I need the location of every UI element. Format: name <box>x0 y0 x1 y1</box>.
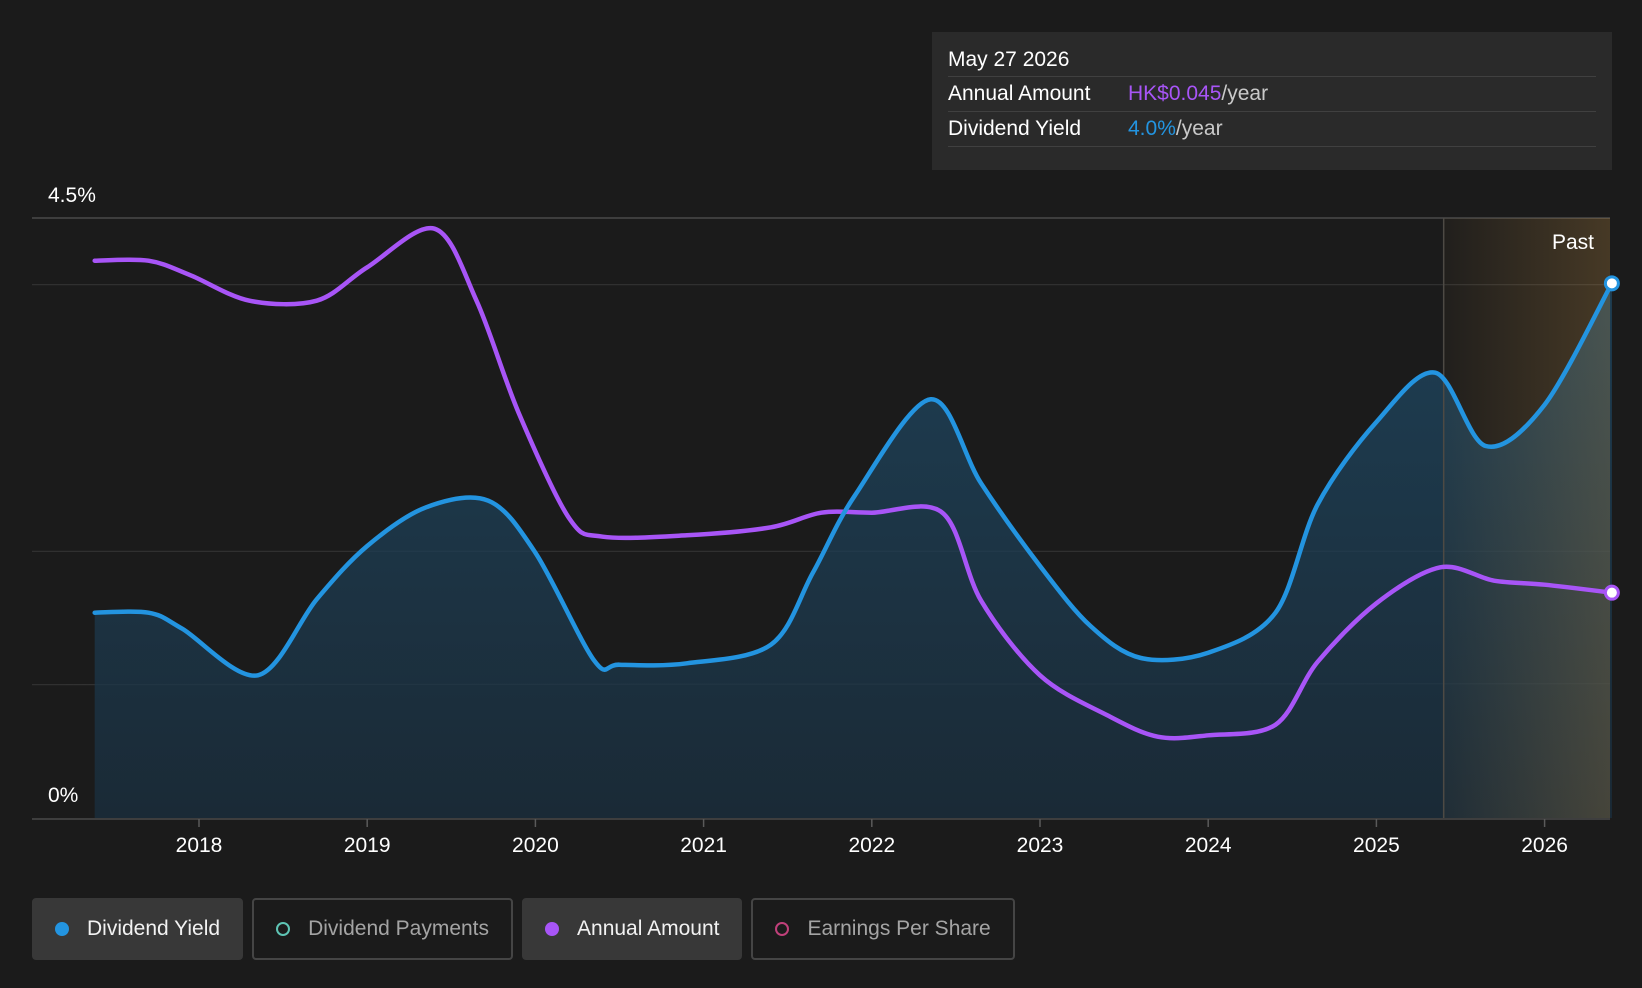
dividend-yield-end-point <box>1603 275 1620 292</box>
tooltip-unit: /year <box>1221 82 1269 105</box>
x-tick-label: 2024 <box>1185 834 1232 857</box>
tooltip-row-annual-amount: Annual Amount HK$0.045/year <box>948 77 1596 112</box>
x-tick-label: 2020 <box>512 834 559 857</box>
tooltip-value: 4.0% <box>1128 117 1176 140</box>
tooltip-date: May 27 2026 <box>948 48 1070 71</box>
dividend-payments-dot-icon <box>276 922 291 936</box>
legend-annual-amount[interactable]: Annual Amount <box>522 898 743 960</box>
y-axis-max-label: 4.5% <box>48 184 96 207</box>
legend-label: Dividend Payments <box>308 917 490 940</box>
tooltip-label: Dividend Yield <box>948 117 1082 140</box>
x-tick-label: 2021 <box>680 834 727 857</box>
tooltip-unit: /year <box>1175 117 1223 140</box>
hover-tooltip: May 27 2026 Annual Amount HK$0.045/year D… <box>932 32 1612 170</box>
legend-earnings-per-share[interactable]: Earnings Per Share <box>751 898 1015 960</box>
x-tick-label: 2022 <box>848 834 895 857</box>
past-region <box>1442 218 1610 818</box>
x-tick-label: 2026 <box>1521 834 1568 857</box>
legend: Dividend Yield Dividend Payments Annual … <box>32 898 1015 960</box>
tooltip-date-row: May 27 2026 <box>948 46 1596 77</box>
dividend-yield-dot-icon <box>55 922 69 936</box>
legend-label: Dividend Yield <box>87 917 221 940</box>
annual-amount-dot-icon <box>545 922 560 936</box>
tooltip-label: Annual Amount <box>948 82 1091 105</box>
past-shade <box>1443 218 1610 818</box>
legend-label: Earnings Per Share <box>807 917 991 940</box>
x-tick-label: 2023 <box>1017 834 1064 857</box>
tooltip-row-dividend-yield: Dividend Yield 4.0%/year <box>948 112 1596 147</box>
past-label: Past <box>1552 231 1594 254</box>
dividend-yield-area <box>94 283 1612 818</box>
earnings-per-share-dot-icon <box>775 922 790 936</box>
legend-dividend-payments[interactable]: Dividend Payments <box>252 898 514 960</box>
annual-amount-end-point <box>1603 584 1620 601</box>
y-axis-min-label: 0% <box>48 784 78 807</box>
x-tick-label: 2019 <box>344 834 391 857</box>
x-tick-label: 2018 <box>176 834 223 857</box>
tooltip-value: HK$0.045 <box>1128 82 1222 105</box>
x-axis: 2018 2019 2020 2021 2022 2023 2024 2025 2026 <box>32 818 1610 857</box>
x-tick-label: 2025 <box>1353 834 1400 857</box>
legend-dividend-yield[interactable]: Dividend Yield <box>32 898 244 960</box>
area-layer <box>94 283 1612 818</box>
legend-label: Annual Amount <box>577 917 720 940</box>
